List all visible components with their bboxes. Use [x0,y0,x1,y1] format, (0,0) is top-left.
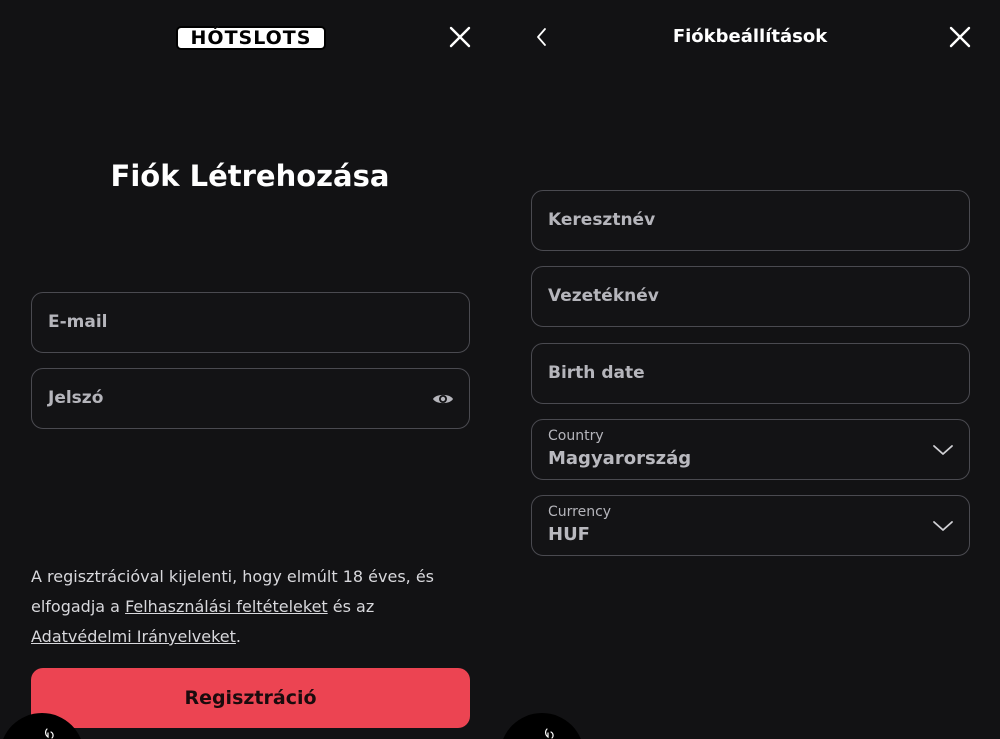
header-title: Fiókbeállítások [672,26,828,47]
last-name-field[interactable]: Vezetéknév [531,266,970,327]
birth-date-field[interactable]: Birth date [531,343,970,404]
country-value: Magyarország [548,448,692,469]
currency-label: Currency [548,504,612,520]
email-field[interactable]: E-mail [31,292,470,353]
password-placeholder: Jelszó [48,388,104,408]
chevron-down-icon [933,521,953,531]
first-name-field[interactable]: Keresztnév [531,190,970,251]
close-icon[interactable] [947,24,973,50]
country-label: Country [548,428,604,444]
chevron-left-icon[interactable] [530,25,554,49]
legal-notice: A regisztrációval kijelenti, hogy elmúlt… [31,562,471,652]
logo-text: HÓTSLOTS [190,27,312,49]
privacy-link[interactable]: Adatvédelmi Irányelveket [31,627,236,646]
legal-text-3: . [235,627,241,646]
last-name-placeholder: Vezetéknév [548,286,659,306]
password-field[interactable]: Jelszó [31,368,470,429]
chat-icon [545,728,554,739]
country-select[interactable]: Country Magyarország [531,419,970,480]
legal-text-2: és az [327,597,375,616]
chat-widget-button[interactable] [500,713,584,739]
hotslots-logo: HÓTSLOTS [176,25,326,51]
chat-icon [45,728,54,739]
account-settings-panel: Fiókbeállítások Keresztnév Vezetéknév Bi… [500,0,1000,739]
register-panel: HÓTSLOTS Fiók Létrehozása E-mail Jelszó … [0,0,500,739]
close-icon[interactable] [447,24,473,50]
terms-link[interactable]: Felhasználási feltételeket [125,597,328,616]
register-button[interactable]: Regisztráció [31,668,470,728]
page-title: Fiók Létrehozása [110,159,390,193]
currency-value: HUF [548,524,590,545]
first-name-placeholder: Keresztnév [548,210,656,230]
eye-icon[interactable] [431,387,455,411]
chevron-down-icon [933,445,953,455]
currency-select[interactable]: Currency HUF [531,495,970,556]
email-placeholder: E-mail [48,312,108,332]
birth-date-placeholder: Birth date [548,363,645,383]
